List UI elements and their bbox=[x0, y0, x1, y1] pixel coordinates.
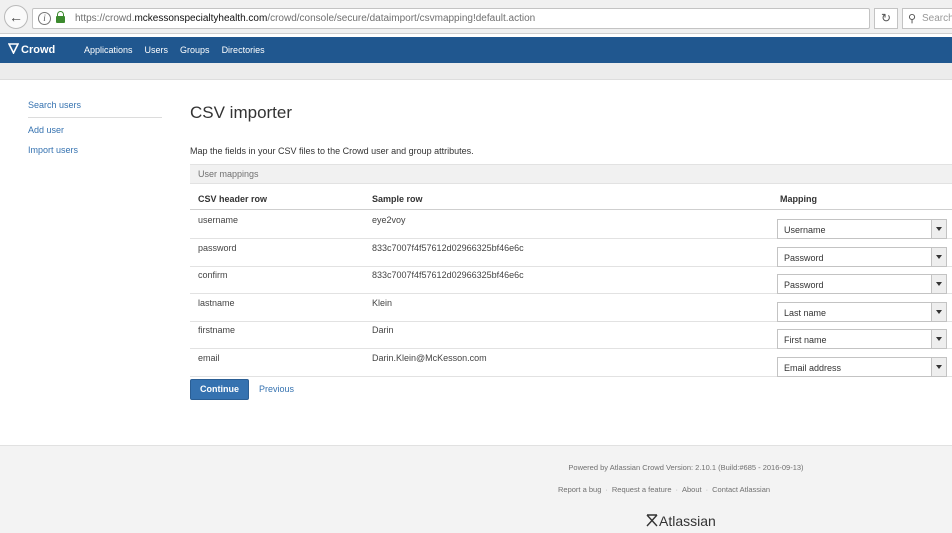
mapping-value: Email address bbox=[784, 362, 842, 373]
mapping-select[interactable]: Password bbox=[777, 274, 947, 294]
mapping-select[interactable]: Email address bbox=[777, 356, 947, 377]
nav-groups[interactable]: Groups bbox=[180, 45, 210, 55]
footer-link-about[interactable]: About bbox=[682, 485, 702, 494]
reload-icon[interactable]: ↻ bbox=[874, 8, 898, 29]
csv-header-cell: confirm bbox=[198, 270, 228, 280]
mapping-select[interactable]: Username bbox=[777, 219, 947, 239]
dropdown-arrow-icon[interactable] bbox=[931, 302, 946, 321]
table-row: confirm 833c7007f4f57612d02966325bf46e6c… bbox=[190, 267, 952, 294]
column-header-csv: CSV header row bbox=[198, 194, 268, 204]
table-row: email Darin.Klein@McKesson.com Email addre… bbox=[190, 350, 952, 377]
mapping-value: First name bbox=[784, 335, 827, 345]
page-description: Map the fields in your CSV files to the … bbox=[190, 146, 474, 156]
mapping-value: Last name bbox=[784, 307, 827, 318]
footer-separator: · bbox=[605, 485, 608, 494]
section-label: User mappings bbox=[198, 169, 259, 179]
search-icon: ⚲ bbox=[908, 13, 917, 25]
dropdown-arrow-icon[interactable] bbox=[931, 220, 946, 238]
footer: Powered by Atlassian Crowd Version: 2.10… bbox=[0, 445, 952, 533]
sample-cell: Darin.Klein@McKesson.com bbox=[372, 352, 487, 363]
powered-by-text: Powered by Atlassian Crowd Version: 2.10… bbox=[568, 463, 804, 472]
nav-users[interactable]: Users bbox=[145, 45, 169, 55]
sample-cell: 833c7007f4f57612d02966325bf46e6c bbox=[372, 242, 524, 253]
nav-directories[interactable]: Directories bbox=[222, 45, 265, 55]
previous-link[interactable]: Previous bbox=[259, 384, 294, 394]
address-bar[interactable]: i https://crowd.mckessonspecialtyhealth.… bbox=[32, 8, 870, 29]
browser-search-input[interactable]: ⚲ Search bbox=[902, 8, 952, 29]
sample-cell: Klein bbox=[372, 297, 393, 308]
main-nav: Applications Users Groups Directories bbox=[84, 45, 265, 55]
footer-links: Report a bug · Request a feature · About · Con… bbox=[558, 485, 770, 494]
footer-separator: · bbox=[675, 485, 679, 494]
csv-header-cell: username bbox=[198, 215, 239, 225]
column-header-sample: Sample row bbox=[372, 194, 423, 204]
page-title: CSV importer bbox=[190, 103, 293, 122]
atlassian-logo[interactable]: Atlassian bbox=[646, 513, 716, 529]
mapping-value: Password bbox=[784, 280, 824, 290]
sample-cell: 833c7007f4f57612d02966325bf46e6c bbox=[372, 270, 524, 280]
app-header: Crowd Applications Users Groups Director… bbox=[0, 37, 952, 63]
column-header-mapping: Mapping bbox=[780, 194, 817, 204]
footer-link-report-bug[interactable]: Report a bug bbox=[558, 485, 601, 494]
browser-toolbar: ← i https://crowd.mckessonspecialtyhealt… bbox=[0, 0, 952, 34]
dropdown-arrow-icon[interactable] bbox=[931, 247, 946, 266]
url-text[interactable]: https://crowd.mckessonspecialtyhealth.co… bbox=[75, 13, 535, 24]
dropdown-arrow-icon[interactable] bbox=[931, 330, 946, 348]
csv-header-cell: firstname bbox=[198, 325, 236, 335]
sample-cell: eye2voy bbox=[372, 215, 406, 225]
csv-header-cell: password bbox=[198, 242, 237, 253]
atlassian-logo-icon bbox=[646, 514, 658, 527]
sidebar-item-import-users[interactable]: Import users bbox=[28, 145, 162, 155]
footer-separator: · bbox=[705, 485, 709, 494]
continue-button[interactable]: Continue bbox=[190, 379, 249, 400]
table-row: lastname Klein Last name bbox=[190, 295, 952, 322]
csv-header-cell: email bbox=[198, 352, 220, 363]
section-header: User mappings bbox=[190, 164, 952, 184]
info-icon[interactable]: i bbox=[38, 12, 51, 25]
mapping-select[interactable]: Last name bbox=[777, 301, 947, 322]
dropdown-arrow-icon[interactable] bbox=[931, 275, 946, 293]
csv-header-cell: lastname bbox=[198, 297, 235, 308]
subheader-strip bbox=[0, 63, 952, 80]
nav-applications[interactable]: Applications bbox=[84, 45, 133, 55]
table-row: username eye2voy Username bbox=[190, 212, 952, 239]
footer-link-contact[interactable]: Contact Atlassian bbox=[712, 485, 770, 494]
lock-icon[interactable] bbox=[56, 11, 65, 23]
sample-cell: Darin bbox=[372, 325, 394, 335]
header-divider bbox=[190, 209, 952, 210]
footer-link-request-feature[interactable]: Request a feature bbox=[612, 485, 672, 494]
table-row: firstname Darin First name bbox=[190, 322, 952, 349]
dropdown-arrow-icon[interactable] bbox=[931, 357, 946, 376]
mapping-select[interactable]: Password bbox=[777, 246, 947, 267]
crowd-logo-icon bbox=[8, 43, 19, 54]
search-placeholder: Search bbox=[922, 13, 952, 24]
sidebar-item-search-users[interactable]: Search users bbox=[28, 100, 162, 118]
mapping-value: Username bbox=[784, 225, 826, 235]
crowd-logo[interactable]: Crowd bbox=[8, 43, 55, 56]
table-row: password 833c7007f4f57612d02966325bf46e6… bbox=[190, 240, 952, 267]
back-arrow-icon[interactable]: ← bbox=[4, 5, 28, 29]
mapping-select[interactable]: First name bbox=[777, 329, 947, 349]
sidebar-item-add-user[interactable]: Add user bbox=[28, 125, 162, 135]
sidebar: Search users Add user Import users bbox=[28, 100, 162, 155]
mapping-value: Password bbox=[784, 252, 824, 263]
